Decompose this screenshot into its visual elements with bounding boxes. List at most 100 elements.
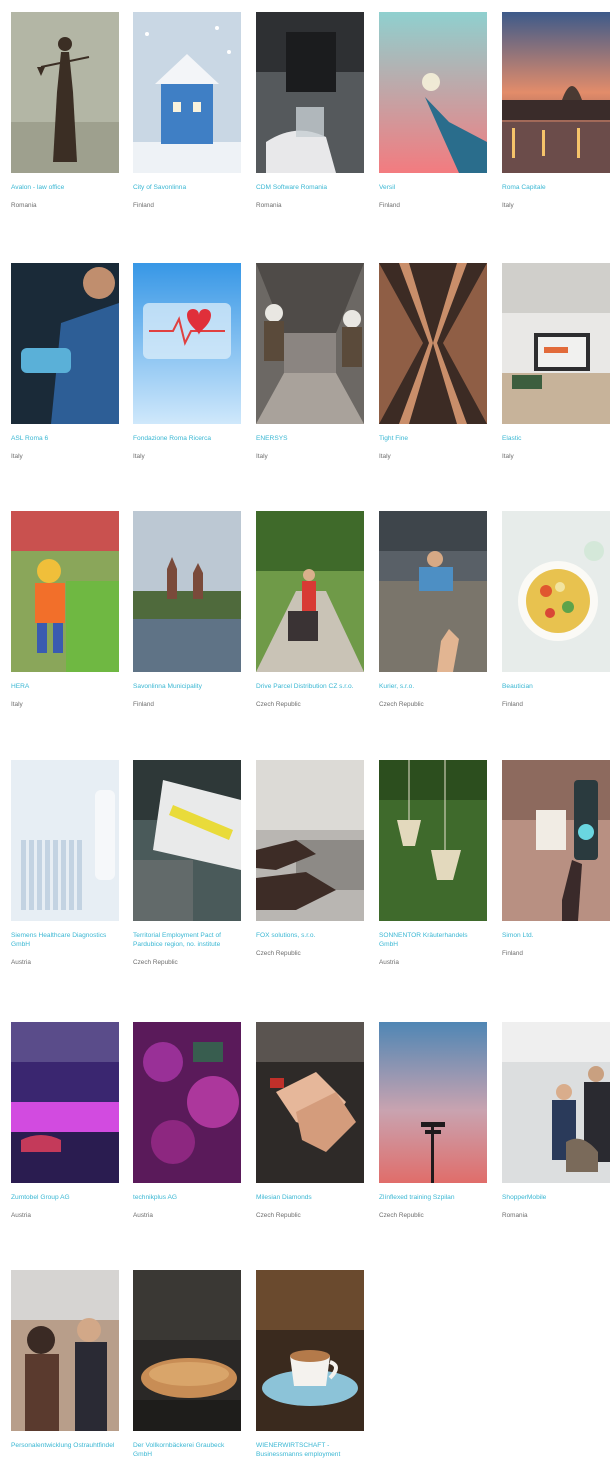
company-card[interactable]: Elastic Italy [502,263,610,461]
desk-documents-image[interactable] [133,760,241,921]
country-label: Italy [379,453,391,460]
country-label: Italy [133,453,145,460]
company-name-link[interactable]: Simon Ltd. [502,931,610,940]
company-name-link[interactable]: CDM Software Romania [256,183,364,192]
company-card[interactable]: Savonlinna Municipality Finland [133,511,241,709]
country-label: Austria [379,959,399,966]
company-card[interactable]: City of Savonlinna Finland [133,12,241,210]
company-card[interactable]: HERA Italy [11,511,119,709]
company-name-link[interactable]: ENERSYS [256,434,364,443]
company-card[interactable]: ASL Roma 6 Italy [11,263,119,461]
country-label: Austria [11,959,31,966]
company-name-link[interactable]: Territorial Employment Pact of Pardubice… [133,931,241,949]
company-card[interactable]: Beautician Finland [502,511,610,709]
country-label: Czech Republic [133,959,178,966]
purple-lit-lobby-image[interactable] [11,1022,119,1183]
company-name-link[interactable]: Der Vollkornbäckerei Graubeck GmbH [133,1441,241,1459]
company-card[interactable]: WIENERWIRTSCHAFT - Businessmanns employm… [256,1270,364,1469]
holding-hands-image[interactable] [256,1022,364,1183]
company-name-link[interactable]: technikplus AG [133,1193,241,1202]
company-card[interactable]: Drive Parcel Distribution CZ s.r.o. Czec… [256,511,364,709]
company-card[interactable]: ShopperMobile Romania [502,1022,610,1220]
company-name-link[interactable]: Siemens Healthcare Diagnostics GmbH [11,931,119,949]
company-name-link[interactable]: Avalon - law office [11,183,119,192]
company-card[interactable]: Zumtobel Group AG Austria [11,1022,119,1220]
company-name-link[interactable]: Elastic [502,434,610,443]
company-name-link[interactable]: ASL Roma 6 [11,434,119,443]
company-card[interactable]: Simon Ltd. Finland [502,760,610,958]
company-name-link[interactable]: Milesian Diamonds [256,1193,364,1202]
company-card[interactable]: Territorial Employment Pact of Pardubice… [133,760,241,967]
workers-in-tunnel-image[interactable] [256,263,364,424]
company-name-link[interactable]: City of Savonlinna [133,183,241,192]
company-card[interactable]: Kurier, s.r.o. Czech Republic [379,511,487,709]
country-label: Italy [11,701,23,708]
lab-test-tubes-image[interactable] [11,760,119,921]
bread-loaf-image[interactable] [133,1270,241,1431]
company-name-link[interactable]: HERA [11,682,119,691]
laptop-office-image[interactable] [502,263,610,424]
company-name-link[interactable]: Beautician [502,682,610,691]
tea-bags-image[interactable] [379,760,487,921]
company-card[interactable]: ENERSYS Italy [256,263,364,461]
signpost-sunset-image[interactable] [379,1022,487,1183]
company-name-link[interactable]: WIENERWIRTSCHAFT - Businessmanns employm… [256,1441,364,1459]
company-name-link[interactable]: Personalentwicklung Ostrauhtfindel [11,1441,119,1450]
country-label: Italy [11,453,23,460]
company-card[interactable]: FOX solutions, s.r.o. Czech Republic [256,760,364,958]
company-card[interactable]: Siemens Healthcare Diagnostics GmbH Aust… [11,760,119,967]
lake-town-church-image[interactable] [133,511,241,672]
lightbulb-sunset-sky-image[interactable] [379,12,487,173]
reaching-hands-image[interactable] [379,511,487,672]
country-label: Romania [11,202,37,209]
company-name-link[interactable]: FOX solutions, s.r.o. [256,931,364,940]
company-card[interactable]: Versil Finland [379,12,487,210]
company-card[interactable]: SONNENTOR Kräuterhandels GmbH Austria [379,760,487,967]
country-label: Czech Republic [256,1212,301,1219]
company-name-link[interactable]: Tight Fine [379,434,487,443]
toy-figure-recycling-bin-image[interactable] [11,511,119,672]
lady-justice-statue-image[interactable] [11,12,119,173]
mirrored-pillars-image[interactable] [379,263,487,424]
company-name-link[interactable]: Savonlinna Municipality [133,682,241,691]
group-of-people-image[interactable] [11,1270,119,1431]
courier-with-cart-image[interactable] [256,511,364,672]
country-label: Austria [11,1212,31,1219]
company-card[interactable]: Roma Capitale Italy [502,12,610,210]
company-card[interactable]: technikplus AG Austria [133,1022,241,1220]
company-name-link[interactable]: Drive Parcel Distribution CZ s.r.o. [256,682,364,691]
heartbeat-card-image[interactable] [133,263,241,424]
airport-staff-image[interactable] [502,1022,610,1183]
worker-with-visor-image[interactable] [11,263,119,424]
traffic-light-sign-image[interactable] [502,760,610,921]
company-name-link[interactable]: SONNENTOR Kräuterhandels GmbH [379,931,487,949]
company-card[interactable]: Tight Fine Italy [379,263,487,461]
country-label: Austria [133,1212,153,1219]
country-label: Italy [256,453,268,460]
coffee-cup-image[interactable] [256,1270,364,1431]
salad-bowl-image[interactable] [502,511,610,672]
rome-night-river-image[interactable] [502,12,610,173]
company-card[interactable]: Milesian Diamonds Czech Republic [256,1022,364,1220]
country-label: Finland [379,202,400,209]
company-card[interactable]: Avalon - law office Romania [11,12,119,210]
company-name-link[interactable]: Kurier, s.r.o. [379,682,487,691]
company-name-link[interactable]: ShopperMobile [502,1193,610,1202]
company-card[interactable]: Zlínflexed training Szpilan Czech Republ… [379,1022,487,1220]
company-name-link[interactable]: Zlínflexed training Szpilan [379,1193,487,1202]
company-name-link[interactable]: Roma Capitale [502,183,610,192]
company-card[interactable]: Der Vollkornbäckerei Graubeck GmbH [133,1270,241,1469]
company-card[interactable]: Fondazione Roma Ricerca Italy [133,263,241,461]
hands-on-keyboard-image[interactable] [256,760,364,921]
snowy-blue-house-image[interactable] [133,12,241,173]
magenta-lights-image[interactable] [133,1022,241,1183]
company-name-link[interactable]: Fondazione Roma Ricerca [133,434,241,443]
company-card[interactable]: CDM Software Romania Romania [256,12,364,210]
country-label: Italy [502,453,514,460]
country-label: Finland [133,202,154,209]
laboratory-gloved-hands-image[interactable] [256,12,364,173]
company-card[interactable]: Personalentwicklung Ostrauhtfindel [11,1270,119,1460]
company-name-link[interactable]: Zumtobel Group AG [11,1193,119,1202]
country-label: Finland [502,950,523,957]
company-name-link[interactable]: Versil [379,183,487,192]
